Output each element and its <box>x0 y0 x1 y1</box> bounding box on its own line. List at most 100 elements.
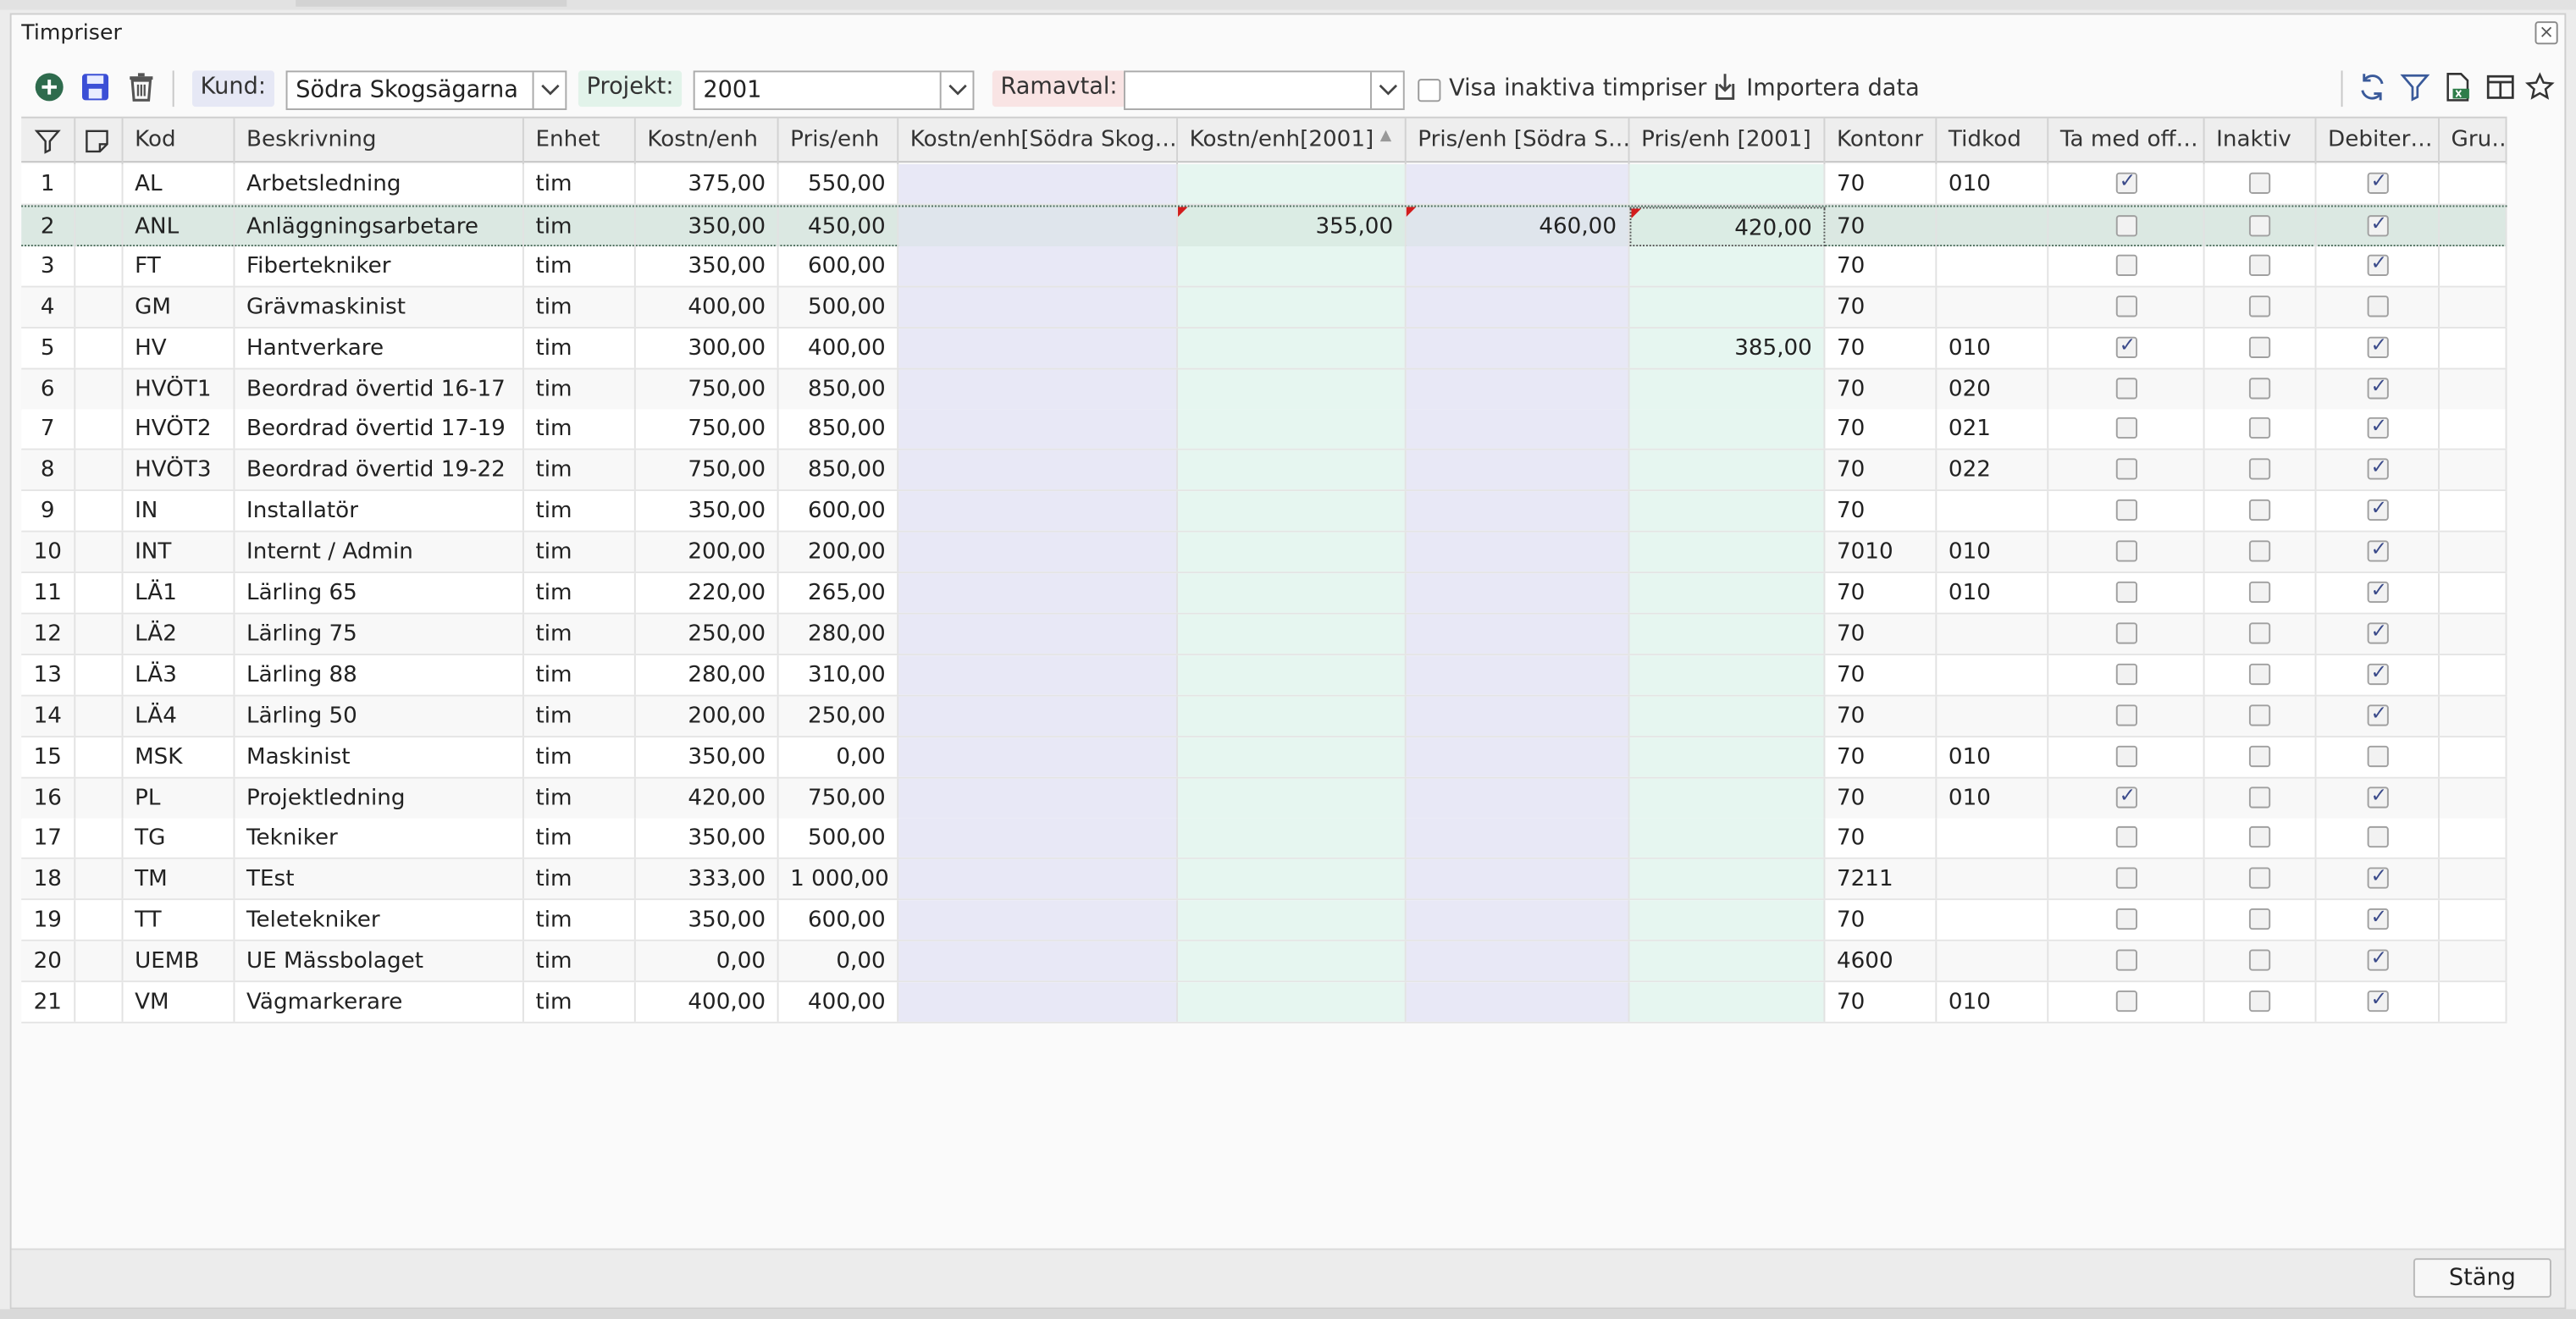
kontonr-cell[interactable]: 70 <box>1825 777 1938 818</box>
pris-enh-projekt-cell[interactable] <box>1629 654 1826 695</box>
grupp-cell[interactable] <box>2440 573 2507 613</box>
ta-med-offert-cell[interactable] <box>2048 614 2205 654</box>
pris-enh-kund-cell[interactable] <box>1406 900 1630 941</box>
ta-med-offert-cell[interactable] <box>2048 532 2205 572</box>
ta-med-offert-checkbox[interactable] <box>2115 377 2138 399</box>
grupp-cell[interactable] <box>2440 696 2507 736</box>
tidkod-cell[interactable]: 010 <box>1937 532 2049 572</box>
debiterbar-cell[interactable] <box>2316 982 2440 1022</box>
pris-enh-kund-cell[interactable] <box>1406 532 1630 572</box>
debiterbar-checkbox[interactable] <box>2367 660 2389 685</box>
kostn-enh-kund-cell[interactable] <box>898 573 1179 613</box>
kostn-enh-cell[interactable]: 350,00 <box>636 818 779 858</box>
kontonr-cell[interactable]: 70 <box>1825 818 1938 858</box>
table-row[interactable]: 19 TT Teletekniker tim 350,00 600,00 70 <box>21 900 2507 942</box>
kod-cell[interactable]: TM <box>124 859 235 899</box>
kontonr-cell[interactable]: 70 <box>1825 450 1938 490</box>
enhet-cell[interactable]: tim <box>524 368 636 409</box>
ta-med-offert-cell[interactable] <box>2048 654 2205 695</box>
table-row[interactable]: 7 HVÖT2 Beordrad övertid 17-19 tim 750,00 850… <box>21 409 2507 451</box>
enhet-cell[interactable]: tim <box>524 777 636 818</box>
beskrivning-cell[interactable]: Maskinist <box>235 737 524 776</box>
kostn-enh-projekt-cell[interactable] <box>1178 777 1407 818</box>
ta-med-offert-cell[interactable] <box>2048 368 2205 409</box>
pris-enh-projekt-cell[interactable] <box>1629 286 1826 327</box>
kostn-enh-projekt-cell[interactable] <box>1178 818 1407 858</box>
tidkod-cell[interactable] <box>1937 246 2049 286</box>
tidkod-cell[interactable] <box>1937 286 2049 327</box>
column-header-enhet[interactable]: Enhet <box>524 118 636 165</box>
enhet-cell[interactable]: tim <box>524 246 636 286</box>
kod-cell[interactable]: IN <box>124 491 235 532</box>
inaktiv-checkbox[interactable] <box>2248 254 2271 276</box>
debiterbar-cell[interactable] <box>2316 207 2440 246</box>
pris-enh-cell[interactable]: 0,00 <box>779 737 899 776</box>
kostn-enh-cell[interactable]: 375,00 <box>636 164 779 204</box>
debiterbar-checkbox[interactable] <box>2367 987 2389 1013</box>
kostn-enh-projekt-cell[interactable] <box>1178 409 1407 450</box>
grupp-cell[interactable] <box>2440 246 2507 286</box>
ta-med-offert-cell[interactable] <box>2048 450 2205 490</box>
ta-med-offert-checkbox[interactable] <box>2115 868 2138 890</box>
inaktiv-checkbox[interactable] <box>2248 458 2271 481</box>
debiterbar-cell[interactable] <box>2316 900 2440 941</box>
pris-enh-projekt-cell[interactable] <box>1629 532 1826 572</box>
kod-cell[interactable]: TT <box>124 900 235 941</box>
enhet-cell[interactable]: tim <box>524 573 636 613</box>
inaktiv-cell[interactable] <box>2205 164 2317 204</box>
kod-cell[interactable]: AL <box>124 164 235 204</box>
inaktiv-cell[interactable] <box>2205 818 2317 858</box>
column-header-debiterbar[interactable]: Debiter… <box>2316 118 2440 165</box>
ta-med-offert-checkbox[interactable] <box>2115 704 2138 726</box>
pris-enh-cell[interactable]: 450,00 <box>779 207 899 246</box>
projekt-select[interactable]: 2001 <box>693 70 975 110</box>
inaktiv-cell[interactable] <box>2205 368 2317 409</box>
pris-enh-kund-cell[interactable] <box>1406 982 1630 1022</box>
grupp-cell[interactable] <box>2440 614 2507 654</box>
pris-enh-projekt-cell[interactable] <box>1629 982 1826 1022</box>
stang-button[interactable]: Stäng <box>2413 1258 2551 1298</box>
note-cell[interactable] <box>75 246 124 286</box>
ta-med-offert-cell[interactable] <box>2048 941 2205 981</box>
kontonr-cell[interactable]: 70 <box>1825 737 1938 776</box>
pris-enh-kund-cell[interactable] <box>1406 286 1630 327</box>
kostn-enh-cell[interactable]: 350,00 <box>636 207 779 246</box>
debiterbar-cell[interactable] <box>2316 286 2440 327</box>
beskrivning-cell[interactable]: Lärling 50 <box>235 696 524 736</box>
ramavtal-select[interactable] <box>1123 70 1405 110</box>
column-header-pris-enh-projekt[interactable]: Pris/enh [2001] <box>1630 118 1826 165</box>
inaktiv-checkbox[interactable] <box>2248 908 2271 930</box>
note-cell[interactable] <box>75 328 124 367</box>
debiterbar-checkbox[interactable] <box>2367 864 2389 890</box>
beskrivning-cell[interactable]: Hantverkare <box>235 328 524 367</box>
debiterbar-cell[interactable] <box>2316 859 2440 899</box>
column-header-grupp[interactable]: Gru… <box>2440 118 2507 165</box>
beskrivning-cell[interactable]: Grävmaskinist <box>235 286 524 327</box>
tidkod-cell[interactable]: 010 <box>1937 737 2049 776</box>
ta-med-offert-cell[interactable] <box>2048 246 2205 286</box>
debiterbar-checkbox[interactable] <box>2367 455 2389 481</box>
pris-enh-cell[interactable]: 400,00 <box>779 328 899 367</box>
pris-enh-cell[interactable]: 200,00 <box>779 532 899 572</box>
debiterbar-checkbox[interactable] <box>2367 578 2389 604</box>
kostn-enh-kund-cell[interactable] <box>898 409 1179 450</box>
grupp-cell[interactable] <box>2440 207 2507 246</box>
kontonr-cell[interactable]: 70 <box>1825 368 1938 409</box>
kostn-enh-kund-cell[interactable] <box>898 654 1179 695</box>
inaktiv-checkbox[interactable] <box>2248 949 2271 971</box>
kostn-enh-cell[interactable]: 420,00 <box>636 777 779 818</box>
inaktiv-checkbox[interactable] <box>2248 868 2271 890</box>
filter-icon[interactable] <box>2397 69 2434 105</box>
pris-enh-cell[interactable]: 850,00 <box>779 450 899 490</box>
pris-enh-kund-cell[interactable] <box>1406 368 1630 409</box>
ta-med-offert-checkbox[interactable] <box>2115 295 2138 317</box>
chevron-down-icon[interactable] <box>532 72 566 109</box>
debiterbar-cell[interactable] <box>2316 696 2440 736</box>
note-icon[interactable] <box>75 118 124 165</box>
tidkod-cell[interactable] <box>1937 654 2049 695</box>
kostn-enh-projekt-cell[interactable] <box>1178 614 1407 654</box>
ta-med-offert-checkbox[interactable] <box>2115 908 2138 930</box>
kostn-enh-kund-cell[interactable] <box>898 368 1179 409</box>
inaktiv-cell[interactable] <box>2205 777 2317 818</box>
pris-enh-projekt-cell[interactable]: 385,00 <box>1629 328 1826 367</box>
